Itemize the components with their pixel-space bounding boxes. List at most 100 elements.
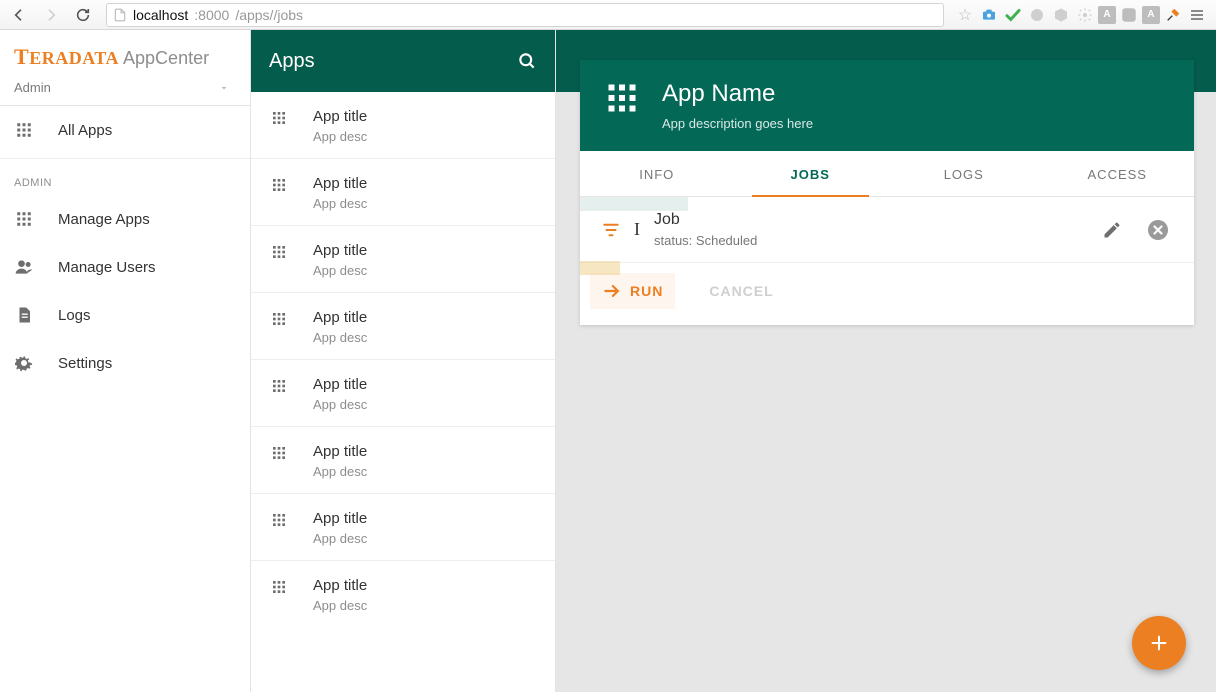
letter-a-icon[interactable]: A <box>1142 6 1160 24</box>
browser-forward-button[interactable] <box>38 3 64 27</box>
app-list-item[interactable]: App titleApp desc <box>251 293 555 360</box>
apps-grid-icon <box>271 242 291 278</box>
bookmark-star-icon[interactable]: ☆ <box>954 4 976 26</box>
sidebar-item-label: All Apps <box>58 122 112 139</box>
url-port: :8000 <box>194 7 229 23</box>
sidebar-item-all-apps[interactable]: All Apps <box>0 106 250 154</box>
extension-icon[interactable] <box>1050 4 1072 26</box>
users-icon <box>14 257 34 277</box>
app-title: App title <box>313 510 367 527</box>
apps-grid-icon <box>271 309 291 345</box>
tab-logs[interactable]: LOGS <box>887 151 1041 196</box>
filter-icon[interactable] <box>602 221 620 239</box>
job-title: Job <box>654 211 757 229</box>
tab-jobs[interactable]: JOBS <box>734 151 888 196</box>
app-desc: App desc <box>313 196 367 211</box>
sidebar-item-label: Manage Users <box>58 259 156 276</box>
job-status: status: Scheduled <box>654 233 757 248</box>
app-list-item[interactable]: App title App desc <box>251 561 555 627</box>
pencil-icon <box>1102 220 1122 240</box>
job-actions: RUN CANCEL <box>580 263 1194 325</box>
gear-icon[interactable] <box>1074 4 1096 26</box>
sidebar-item-manage-users[interactable]: Manage Users <box>0 243 250 291</box>
apps-grid-icon <box>271 376 291 412</box>
overlay-artifact <box>580 261 620 275</box>
app-list-item[interactable]: App title App desc <box>251 159 555 226</box>
apps-grid-icon <box>271 108 291 144</box>
browser-back-button[interactable] <box>6 3 32 27</box>
user-name: Admin <box>14 80 51 95</box>
app-list-item[interactable]: App titleApp desc <box>251 427 555 494</box>
detail-tabs: INFO JOBS LOGS ACCESS <box>580 151 1194 197</box>
app-root: TERADATA AppCenter Admin All Apps ADMIN … <box>0 30 1216 692</box>
app-desc: App desc <box>313 129 367 144</box>
app-title: App title <box>313 309 367 326</box>
eyedropper-icon[interactable] <box>1162 4 1184 26</box>
apps-grid-icon <box>604 80 640 116</box>
plus-icon <box>1148 632 1170 654</box>
cancel-button[interactable]: CANCEL <box>709 283 773 299</box>
run-button[interactable]: RUN <box>590 273 675 309</box>
sidebar-item-settings[interactable]: Settings <box>0 339 250 387</box>
apps-column: Apps App title App desc App title App desc… <box>251 30 556 692</box>
sidebar: TERADATA AppCenter Admin All Apps ADMIN … <box>0 30 251 692</box>
search-button[interactable] <box>517 51 537 71</box>
app-desc: App desc <box>313 263 367 278</box>
hamburger-menu-icon[interactable] <box>1186 4 1208 26</box>
search-icon <box>517 51 537 71</box>
letter-a-icon[interactable]: A <box>1098 6 1116 24</box>
url-path: /apps//jobs <box>235 7 303 23</box>
sidebar-item-label: Settings <box>58 355 112 372</box>
tab-info[interactable]: INFO <box>580 151 734 196</box>
fab-add-button[interactable] <box>1132 616 1186 670</box>
page-icon <box>113 8 127 22</box>
apps-grid-icon <box>271 510 291 546</box>
tab-access[interactable]: ACCESS <box>1041 151 1195 196</box>
apps-grid-icon <box>271 577 291 613</box>
sidebar-item-label: Logs <box>58 307 91 324</box>
apps-grid-icon <box>14 209 34 229</box>
jobs-panel: I Job status: Scheduled <box>580 197 1194 325</box>
extension-icon[interactable] <box>1118 4 1140 26</box>
document-icon <box>14 305 34 325</box>
run-label: RUN <box>630 283 663 299</box>
app-detail-card: App Name App description goes here INFO … <box>580 60 1194 325</box>
apps-grid-icon <box>271 175 291 211</box>
brand-product: AppCenter <box>123 48 209 69</box>
camera-icon[interactable] <box>978 4 1000 26</box>
sidebar-item-manage-apps[interactable]: Manage Apps <box>0 195 250 243</box>
app-desc: App desc <box>313 531 367 546</box>
app-list-item[interactable]: App title App desc <box>251 226 555 293</box>
app-title: App title <box>313 175 367 192</box>
detail-pane: App Name App description goes here INFO … <box>556 30 1216 692</box>
browser-url-field[interactable]: localhost:8000/apps//jobs <box>106 3 944 27</box>
apps-grid-icon <box>271 443 291 479</box>
app-title: App title <box>313 577 367 594</box>
browser-extensions: ☆ A A <box>954 4 1210 26</box>
brand-logo: TERADATA <box>14 44 119 70</box>
extension-icon[interactable] <box>1026 4 1048 26</box>
close-circle-icon <box>1146 218 1170 242</box>
brand-block: TERADATA AppCenter Admin <box>0 30 250 106</box>
sidebar-item-label: Manage Apps <box>58 211 150 228</box>
edit-button[interactable] <box>1098 216 1126 244</box>
text-cursor-icon: I <box>634 219 640 240</box>
app-title: App title <box>313 376 367 393</box>
app-title: App title <box>313 242 367 259</box>
apps-grid-icon <box>14 120 34 140</box>
sidebar-item-logs[interactable]: Logs <box>0 291 250 339</box>
app-list-item[interactable]: App title App desc <box>251 494 555 561</box>
delete-button[interactable] <box>1144 216 1172 244</box>
appbar-title: Apps <box>269 50 503 73</box>
user-menu[interactable]: Admin <box>14 80 236 95</box>
sidebar-section-label: ADMIN <box>0 159 250 195</box>
browser-reload-button[interactable] <box>70 3 96 27</box>
app-desc: App desc <box>313 598 367 613</box>
card-header: App Name App description goes here <box>580 60 1194 151</box>
arrow-right-icon <box>602 281 622 301</box>
checkmark-icon[interactable] <box>1002 4 1024 26</box>
app-list-item[interactable]: App titleApp desc <box>251 92 555 159</box>
app-detail-subtitle: App description goes here <box>662 116 813 131</box>
app-list-item[interactable]: App titleApp desc <box>251 360 555 427</box>
gear-icon <box>14 353 34 373</box>
